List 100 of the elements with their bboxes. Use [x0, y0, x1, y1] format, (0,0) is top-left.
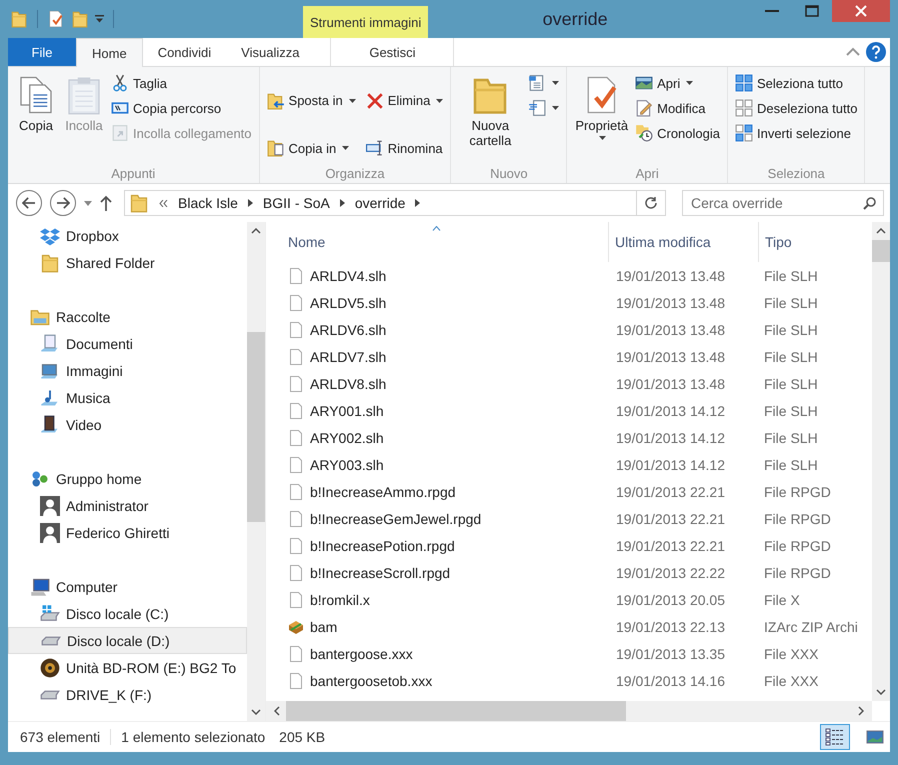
nav-item[interactable]: Documenti — [8, 330, 247, 357]
file-row[interactable]: ARY002.slh 19/01/2013 14.12 File SLH — [282, 424, 872, 451]
ribbon-button[interactable]: Copia percorso — [109, 96, 254, 120]
file-row[interactable]: b!InecreaseGemJewel.rpgd 19/01/2013 22.21 File RPGD — [282, 505, 872, 532]
ribbon-button[interactable]: Inverti selezione — [732, 121, 860, 145]
ribbon-button[interactable]: Seleziona tutto — [732, 71, 860, 95]
ribbon-button[interactable]: Nuova cartella — [456, 71, 524, 166]
file-icon — [288, 348, 304, 364]
back-button[interactable] — [16, 190, 42, 216]
minimize-icon — [765, 10, 779, 12]
scroll-left-icon[interactable] — [274, 706, 280, 716]
address-bar[interactable]: Black Isle BGII - SoA override — [124, 190, 666, 216]
scrollbar[interactable] — [872, 222, 890, 701]
chevron-right-icon[interactable] — [248, 199, 253, 207]
file-row[interactable]: ARLDV7.slh 19/01/2013 13.48 File SLH — [282, 343, 872, 370]
ribbon-button[interactable]: Apri — [633, 71, 722, 95]
file-row[interactable]: bantergoose.xxx 19/01/2013 13.35 File XXX — [282, 640, 872, 667]
ribbon-button[interactable]: Copia in — [264, 130, 358, 166]
table-cell-text: 19/01/2013 13.48 — [615, 268, 726, 284]
file-row[interactable]: bam 19/01/2013 22.13 IZArc ZIP Archi — [282, 613, 872, 640]
table-cell-text: File RPGD — [763, 484, 832, 500]
file-name: b!InecreaseScroll.rpgd — [310, 564, 450, 580]
nav-item[interactable]: Disco locale (C:) — [8, 600, 247, 627]
nav-item[interactable]: Computer — [8, 573, 247, 600]
nav-item[interactable]: Unità BD-ROM (E:) BG2 To — [8, 654, 247, 681]
nav-item[interactable]: Video — [8, 411, 247, 438]
nav-item[interactable]: Gruppo home — [8, 465, 247, 492]
scroll-down-icon[interactable] — [876, 689, 886, 695]
breadcrumb[interactable]: BGII - SoA — [262, 195, 330, 211]
file-row[interactable]: ARY001.slh 19/01/2013 14.12 File SLH — [282, 397, 872, 424]
ribbon-group-label: Seleziona — [766, 166, 826, 181]
scroll-right-icon[interactable] — [858, 706, 864, 716]
nav-item[interactable]: Federico Ghiretti — [8, 519, 247, 546]
drive-icon — [40, 690, 60, 700]
customize-dropdown-icon[interactable] — [95, 15, 104, 23]
breadcrumb[interactable]: override — [354, 195, 406, 211]
rename-icon — [366, 139, 384, 158]
ribbon-button[interactable]: Modifica — [633, 96, 722, 120]
file-row[interactable]: b!InecreaseAmmo.rpgd 19/01/2013 22.21 File RPGD — [282, 478, 872, 505]
file-icon — [288, 456, 304, 472]
file-row[interactable]: b!InecreaseScroll.rpgd 19/01/2013 22.22 File RPGD — [282, 559, 872, 586]
breadcrumb[interactable]: Black Isle — [178, 195, 238, 211]
ribbon-button[interactable]: Cronologia — [633, 121, 722, 145]
details-view-button[interactable] — [820, 724, 850, 750]
ribbon-button[interactable]: Proprietà — [572, 71, 632, 166]
file-row[interactable]: bantergoosetob.xxx 19/01/2013 14.16 File XXX — [282, 667, 872, 694]
close-button[interactable] — [832, 0, 890, 22]
nav-item[interactable]: Musica — [8, 384, 247, 411]
nav-item[interactable]: Disco locale (D:) — [8, 627, 247, 654]
scrollbar-thumb[interactable] — [247, 332, 265, 522]
search-field[interactable]: Cerca override — [682, 190, 884, 216]
scrollbar[interactable] — [247, 222, 265, 721]
table-cell-text: 19/01/2013 22.21 — [615, 538, 726, 554]
disc-icon — [40, 658, 60, 678]
nav-item[interactable]: DRIVE_K (F:) — [8, 681, 247, 708]
file-row[interactable]: b!InecreasePotion.rpgd 19/01/2013 22.21 File RPGD — [282, 532, 872, 559]
chevron-right-icon[interactable] — [415, 199, 420, 207]
table-cell-text: 19/01/2013 22.22 — [615, 564, 726, 580]
ribbon-tab[interactable]: Home — [76, 38, 143, 67]
refresh-icon[interactable] — [644, 196, 658, 210]
nav-item[interactable]: Immagini — [8, 357, 247, 384]
scrollbar-thumb[interactable] — [872, 240, 890, 262]
caret-icon — [599, 136, 606, 140]
file-name: b!romkil.x — [310, 592, 370, 608]
file-row[interactable]: ARLDV6.slh 19/01/2013 13.48 File SLH — [282, 316, 872, 343]
column-header[interactable]: Ultima modifica — [608, 222, 758, 262]
recent-locations-icon[interactable] — [84, 200, 92, 206]
ribbon-button[interactable]: Sposta in — [264, 83, 358, 118]
up-arrow-icon[interactable] — [100, 195, 112, 211]
scroll-up-icon[interactable] — [251, 228, 261, 234]
table-cell-text: File SLH — [763, 294, 819, 310]
help-icon[interactable] — [866, 42, 886, 62]
ribbon-button[interactable]: Copia — [13, 71, 59, 166]
nav-item[interactable]: Shared Folder — [8, 249, 247, 276]
column-header[interactable]: Nome — [282, 222, 608, 262]
ribbon-tab[interactable]: Visualizza — [226, 38, 314, 66]
file-menu-button[interactable]: File — [8, 38, 76, 66]
horizontal-scrollbar[interactable] — [266, 701, 872, 721]
nav-item[interactable]: Administrator — [8, 492, 247, 519]
collapse-ribbon-icon[interactable] — [846, 47, 860, 57]
file-row[interactable]: ARY003.slh 19/01/2013 14.12 File SLH — [282, 451, 872, 478]
file-row[interactable]: ARLDV4.slh 19/01/2013 13.48 File SLH — [282, 262, 872, 289]
scroll-up-icon[interactable] — [876, 228, 886, 234]
ribbon-button[interactable]: Taglia — [109, 71, 254, 95]
nav-item[interactable]: Raccolte — [8, 303, 247, 330]
file-row[interactable]: ARLDV8.slh 19/01/2013 13.48 File SLH — [282, 370, 872, 397]
nav-item[interactable]: Dropbox — [8, 222, 247, 249]
forward-button[interactable] — [50, 190, 76, 216]
ribbon-tab[interactable]: Condividi — [142, 38, 226, 66]
scroll-down-icon[interactable] — [251, 709, 261, 715]
chevron-right-icon[interactable] — [340, 199, 345, 207]
ribbon-button[interactable]: Elimina — [364, 83, 446, 118]
table-cell-text: 19/01/2013 22.21 — [615, 510, 726, 526]
ribbon-tab[interactable]: Gestisci — [330, 38, 454, 66]
file-row[interactable]: b!romkil.x 19/01/2013 20.05 File X — [282, 586, 872, 613]
file-row[interactable]: ARLDV5.slh 19/01/2013 13.48 File SLH — [282, 289, 872, 316]
ribbon-button[interactable]: Deseleziona tutto — [732, 96, 860, 120]
file-icon — [288, 322, 304, 338]
ribbon-button[interactable]: Rinomina — [364, 130, 446, 166]
table-cell-text: 19/01/2013 14.12 — [615, 456, 726, 472]
